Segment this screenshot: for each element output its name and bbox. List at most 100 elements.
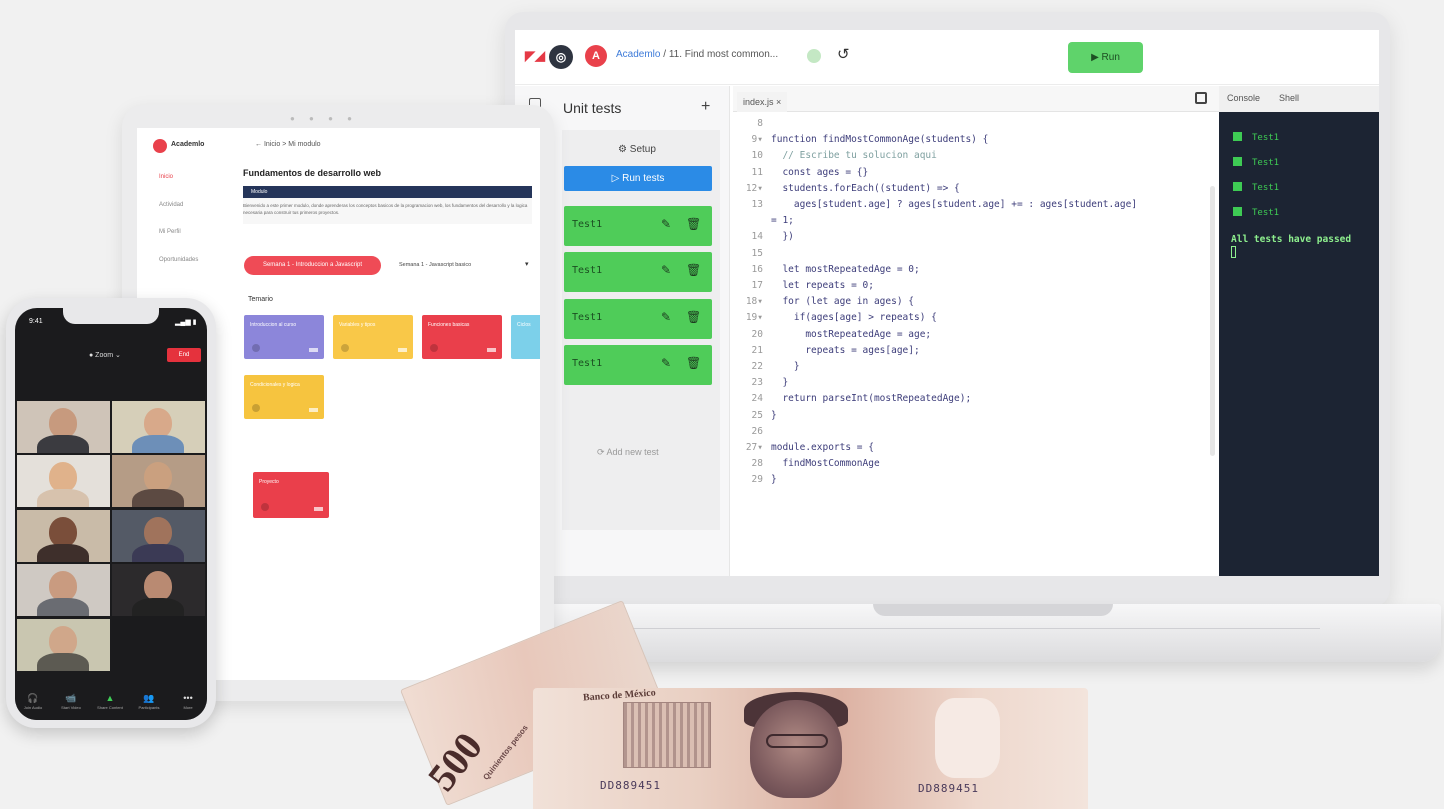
video-tile[interactable]	[17, 619, 110, 671]
share-content-button[interactable]: ▲ Share Content	[92, 693, 128, 710]
tablet-nav-oportunidades[interactable]: Oportunidades	[159, 257, 198, 263]
code-line[interactable]: 9▾ function findMostCommonAge(students) {	[733, 132, 1219, 148]
trash-icon[interactable]: 🗑	[686, 310, 701, 324]
code-line[interactable]: 18▾ for (let age in ages) {	[733, 294, 1219, 310]
code-line[interactable]: 16 let mostRepeatedAge = 0;	[733, 262, 1219, 278]
code-line[interactable]: 22 }	[733, 359, 1219, 375]
banknote-serial: DD889451	[918, 782, 979, 795]
tab-console[interactable]: Console	[1227, 93, 1260, 103]
video-tile[interactable]	[112, 564, 205, 616]
video-tile[interactable]	[112, 510, 205, 562]
tablet-nav-perfil[interactable]: Mi Perfil	[159, 229, 181, 235]
academlo-logo-icon[interactable]: A	[585, 45, 607, 67]
tablet-breadcrumb[interactable]: ← Inicio > Mi modulo	[255, 141, 321, 148]
brand-logo-icon[interactable]: ◤◢	[525, 48, 545, 63]
trash-icon[interactable]: 🗑	[686, 356, 701, 370]
tablet-nav-inicio[interactable]: Inicio	[159, 174, 173, 180]
topic-card[interactable]: Introduccion al curso	[244, 315, 324, 359]
test-card[interactable]: Test1 ✎ 🗑	[564, 299, 712, 339]
code-text: function findMostCommonAge(students) {	[771, 134, 989, 146]
code-line[interactable]: 17 let repeats = 0;	[733, 278, 1219, 294]
laptop-screen: ◤◢ ◎ A Academlo / 11. Find most common..…	[515, 30, 1379, 576]
code-line[interactable]: 19▾ if(ages[age] > repeats) {	[733, 310, 1219, 326]
code-line[interactable]: 14 })	[733, 229, 1219, 245]
laptop-hinge-notch	[873, 604, 1113, 616]
console-tabs: Console Shell	[1219, 86, 1379, 112]
code-line[interactable]: 24 return parseInt(mostRepeatedAge);	[733, 391, 1219, 407]
topic-card[interactable]: Ciclos	[511, 315, 540, 359]
add-test-plus-icon[interactable]: +	[701, 98, 710, 116]
run-tests-button[interactable]: ▷ Run tests	[564, 166, 712, 191]
editor-scrollbar[interactable]	[1210, 186, 1215, 456]
code-line[interactable]: 15	[733, 246, 1219, 262]
video-tile[interactable]	[17, 564, 110, 616]
week-pill-button[interactable]: Semana 1 - Introduccion a Javascript	[244, 256, 381, 275]
video-tile[interactable]	[17, 401, 110, 453]
topic-card[interactable]: Proyecto	[253, 472, 329, 518]
file-tab[interactable]: index.js ×	[737, 92, 788, 112]
code-editor[interactable]: index.js × 8 9▾ function findMostCommonAge…	[733, 86, 1219, 576]
meeting-title[interactable]: ● Zoom ⌄	[89, 351, 121, 359]
trash-icon[interactable]: 🗑	[686, 217, 701, 231]
video-tile[interactable]	[17, 510, 110, 562]
test-card[interactable]: Test1 ✎ 🗑	[564, 252, 712, 292]
more-button[interactable]: ••• More	[170, 693, 206, 710]
code-text: mostRepeatedAge = age;	[771, 328, 932, 340]
video-tile[interactable]	[112, 401, 205, 453]
topic-card-label: Funciones basicas	[428, 322, 470, 328]
code-line[interactable]: 13 ages[student.age] ? ages[student.age]…	[733, 197, 1219, 213]
tab-shell[interactable]: Shell	[1279, 93, 1299, 103]
code-line[interactable]: 10 // Escribe tu solucion aqui	[733, 148, 1219, 164]
code-line[interactable]: 20 mostRepeatedAge = age;	[733, 327, 1219, 343]
topic-card[interactable]: Variables y tipos	[333, 315, 413, 359]
add-new-test-link[interactable]: ⟳ Add new test	[597, 447, 659, 458]
video-tile[interactable]	[17, 455, 110, 507]
github-icon[interactable]: ◎	[549, 45, 573, 69]
code-line[interactable]: 25}	[733, 408, 1219, 424]
module-title: Fundamentos de desarrollo web	[243, 168, 382, 178]
topic-card[interactable]: Condicionales y logica	[244, 375, 324, 419]
edit-pencil-icon[interactable]: ✎	[661, 217, 671, 231]
code-line[interactable]: 28 findMostCommonAge	[733, 456, 1219, 472]
code-line[interactable]: 12▾ students.forEach((student) => {	[733, 181, 1219, 197]
history-icon[interactable]: ↺	[837, 45, 850, 63]
line-number: 11	[751, 166, 763, 178]
code-text: let mostRepeatedAge = 0;	[771, 263, 920, 275]
phone-status-icons: ▂▄▆ ▮	[175, 319, 197, 326]
console-test-name: Test1	[1252, 133, 1280, 143]
console-test-result: Test1	[1233, 132, 1279, 143]
edit-pencil-icon[interactable]: ✎	[661, 356, 671, 370]
code-line[interactable]: 29}	[733, 472, 1219, 488]
edit-pencil-icon[interactable]: ✎	[661, 263, 671, 277]
participants-button[interactable]: 👥 Participants	[131, 693, 167, 710]
code-text: let repeats = 0;	[771, 280, 874, 292]
code-line[interactable]: 27▾ module.exports = {	[733, 440, 1219, 456]
academlo-logo-icon[interactable]	[153, 139, 167, 153]
layout-toggle-icon[interactable]	[1195, 92, 1207, 104]
start-video-button[interactable]: 📹 Start Video	[53, 693, 89, 710]
edit-pencil-icon[interactable]: ✎	[661, 310, 671, 324]
week-select[interactable]: Semana 1 - Javascript basico	[399, 262, 471, 268]
chevron-down-icon[interactable]: ▾	[525, 260, 529, 268]
end-call-button[interactable]: End	[167, 348, 201, 362]
test-card[interactable]: Test1 ✎ 🗑	[564, 345, 712, 385]
topic-card[interactable]: Funciones basicas	[422, 315, 502, 359]
topic-icon	[261, 503, 269, 511]
test-card[interactable]: Test1 ✎ 🗑	[564, 206, 712, 246]
code-content[interactable]: 8 9▾ function findMostCommonAge(students) …	[733, 116, 1219, 489]
code-line[interactable]: 23 }	[733, 375, 1219, 391]
code-line[interactable]: 8	[733, 116, 1219, 132]
code-line[interactable]: = 1;	[733, 213, 1219, 229]
code-line[interactable]: 26	[733, 424, 1219, 440]
code-line[interactable]: 21 repeats = ages[age];	[733, 343, 1219, 359]
video-tile[interactable]	[112, 455, 205, 507]
phone-time: 9:41	[29, 318, 43, 325]
breadcrumb-link[interactable]: Academlo	[616, 49, 660, 60]
breadcrumb-current[interactable]: 11. Find most common...	[669, 49, 778, 60]
code-line[interactable]: 11 const ages = {}	[733, 165, 1219, 181]
trash-icon[interactable]: 🗑	[686, 263, 701, 277]
run-button[interactable]: ▶ Run	[1068, 42, 1143, 73]
setup-button[interactable]: ⚙ Setup	[562, 138, 712, 162]
join-audio-button[interactable]: 🎧 Join Audio	[15, 693, 51, 710]
tablet-nav-actividad[interactable]: Actividad	[159, 202, 183, 208]
